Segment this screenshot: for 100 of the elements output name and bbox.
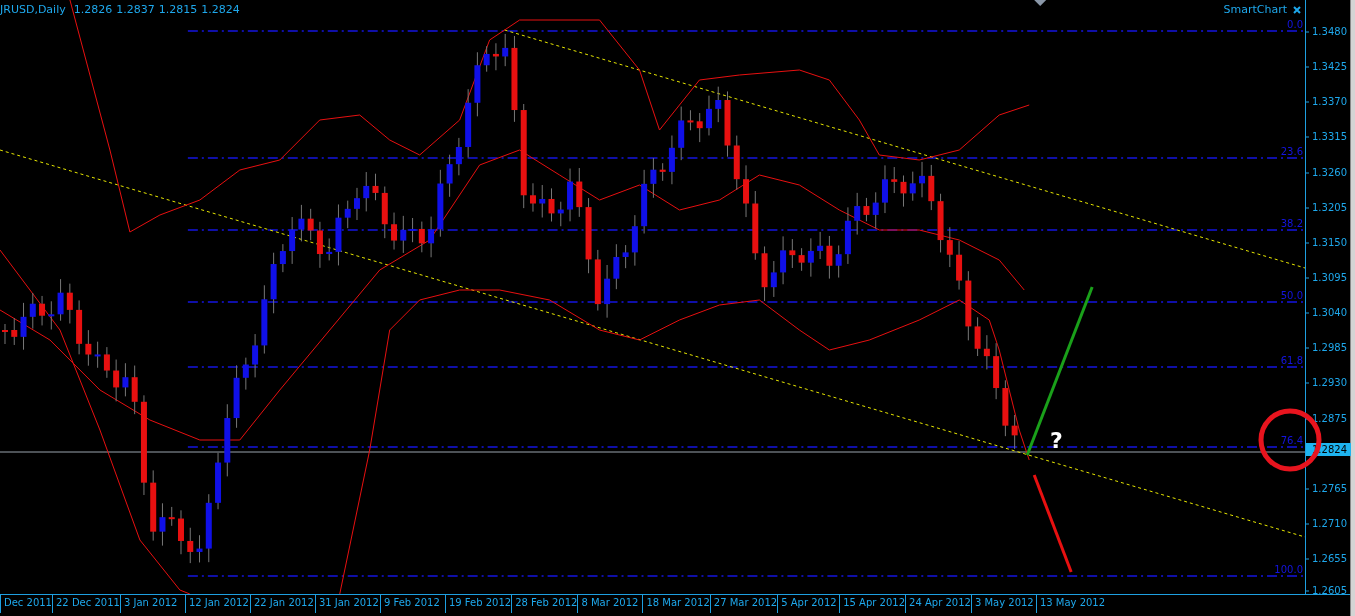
candlestick — [761, 245, 768, 302]
candlestick — [956, 240, 963, 291]
price-tick-label: 1.2605 — [1306, 584, 1347, 596]
date-tick-label: 24 Apr 2012 — [905, 595, 971, 613]
candlestick — [465, 88, 472, 158]
fibonacci-level-label: 23.6 — [1280, 146, 1303, 157]
price-tick-label: 1.2710 — [1306, 517, 1347, 529]
candlestick — [946, 226, 953, 268]
date-tick-label: 19 Feb 2012 — [444, 595, 512, 613]
candlestick — [29, 292, 36, 330]
candlestick — [631, 214, 638, 267]
candlestick — [974, 316, 981, 357]
fibonacci-level-label: 38.2 — [1280, 218, 1303, 229]
candlestick — [826, 235, 833, 280]
price-tick-label: 1.3260 — [1306, 166, 1347, 178]
candlestick — [576, 167, 583, 218]
fibonacci-level-label: 0.0 — [1287, 19, 1303, 30]
triangle-marker-icon — [1034, 0, 1047, 6]
candlestick — [298, 204, 305, 242]
candlestick — [391, 212, 398, 251]
candlestick — [326, 237, 333, 261]
close-icon[interactable] — [1293, 5, 1301, 14]
candlestick — [613, 243, 620, 290]
candlestick — [316, 221, 323, 269]
candlestick — [354, 187, 360, 221]
candlestick — [881, 164, 888, 214]
candlestick — [844, 206, 851, 265]
candlestick — [131, 365, 138, 415]
date-tick-label: 8 Mar 2012 — [577, 595, 643, 613]
candlestick — [242, 357, 249, 391]
candlestick — [279, 243, 286, 273]
price-tick-label: 1.2985 — [1306, 341, 1347, 353]
candlestick — [919, 161, 925, 198]
candlestick — [344, 200, 351, 229]
date-tick-label: Dec 2011 — [0, 595, 52, 613]
candlestick — [103, 346, 110, 379]
price-tick-label: 1.2655 — [1306, 552, 1347, 564]
date-tick-label: 18 Mar 2012 — [642, 595, 710, 613]
date-tick-label: 12 Jan 2012 — [184, 595, 250, 613]
candlestick — [743, 164, 750, 218]
quote-value: 1.2837 — [116, 3, 155, 16]
candlestick — [900, 175, 907, 208]
price-tick-label: 1.3425 — [1306, 60, 1347, 72]
candlestick — [733, 135, 740, 191]
candlestick — [641, 169, 648, 234]
candlestick — [789, 238, 796, 269]
question-mark: ? — [1050, 428, 1063, 453]
candlestick — [261, 284, 268, 355]
candlestick — [835, 244, 842, 279]
candlestick — [2, 323, 8, 345]
candlestick — [650, 157, 657, 199]
price-tick-label: 1.2765 — [1306, 482, 1347, 494]
indicator-label: SmartChart — [1223, 3, 1287, 16]
candlestick — [604, 264, 611, 319]
candlestick — [20, 302, 27, 351]
candlestick — [446, 154, 453, 198]
candlestick — [11, 317, 18, 346]
date-tick-label: 9 Feb 2012 — [379, 595, 445, 613]
candlestick — [48, 300, 55, 330]
candlestick — [965, 270, 972, 341]
candlestick — [752, 190, 759, 261]
candlestick — [85, 329, 92, 367]
date-tick-label: 5 Apr 2012 — [777, 595, 840, 613]
candlestick — [696, 112, 703, 143]
candlestick — [817, 231, 824, 260]
quote-value: 1.2824 — [201, 3, 240, 16]
candlestick — [178, 509, 184, 555]
fibonacci-level-label: 50.0 — [1280, 290, 1303, 301]
candlestick — [807, 237, 814, 278]
date-tick-label: 28 Feb 2012 — [511, 595, 578, 613]
candlestick — [937, 193, 944, 253]
fibonacci-level-label: 61.8 — [1280, 355, 1303, 366]
candlestick — [418, 221, 425, 253]
scrollbar[interactable] — [1350, 0, 1355, 616]
candlestick — [492, 42, 499, 71]
candlestick — [205, 493, 212, 563]
candlestick — [798, 247, 805, 272]
candlestick — [187, 527, 194, 564]
price-tick-label: 1.3370 — [1306, 95, 1347, 107]
candlestick — [539, 184, 546, 218]
candlestick — [891, 166, 898, 194]
candlestick — [289, 216, 296, 265]
candlestick — [872, 191, 879, 229]
candlestick — [455, 137, 462, 176]
candlestick — [1011, 414, 1018, 450]
candlestick — [196, 534, 203, 563]
candlestick — [706, 95, 712, 136]
candlestick — [530, 182, 536, 213]
price-tick-label: 1.3095 — [1306, 271, 1347, 283]
candlestick — [724, 90, 731, 158]
candlestick — [168, 506, 175, 527]
candlestick — [594, 249, 601, 311]
candlestick — [215, 452, 222, 510]
price-tick-label: 1.3315 — [1306, 130, 1347, 142]
candlestick — [363, 171, 370, 212]
candlestick — [381, 186, 388, 239]
price-tick-label: 1.3205 — [1306, 201, 1347, 213]
price-tick-label: 1.3480 — [1306, 25, 1347, 37]
chart-symbol: JRUSD,Daily — [0, 3, 66, 16]
candlestick — [993, 342, 1000, 400]
